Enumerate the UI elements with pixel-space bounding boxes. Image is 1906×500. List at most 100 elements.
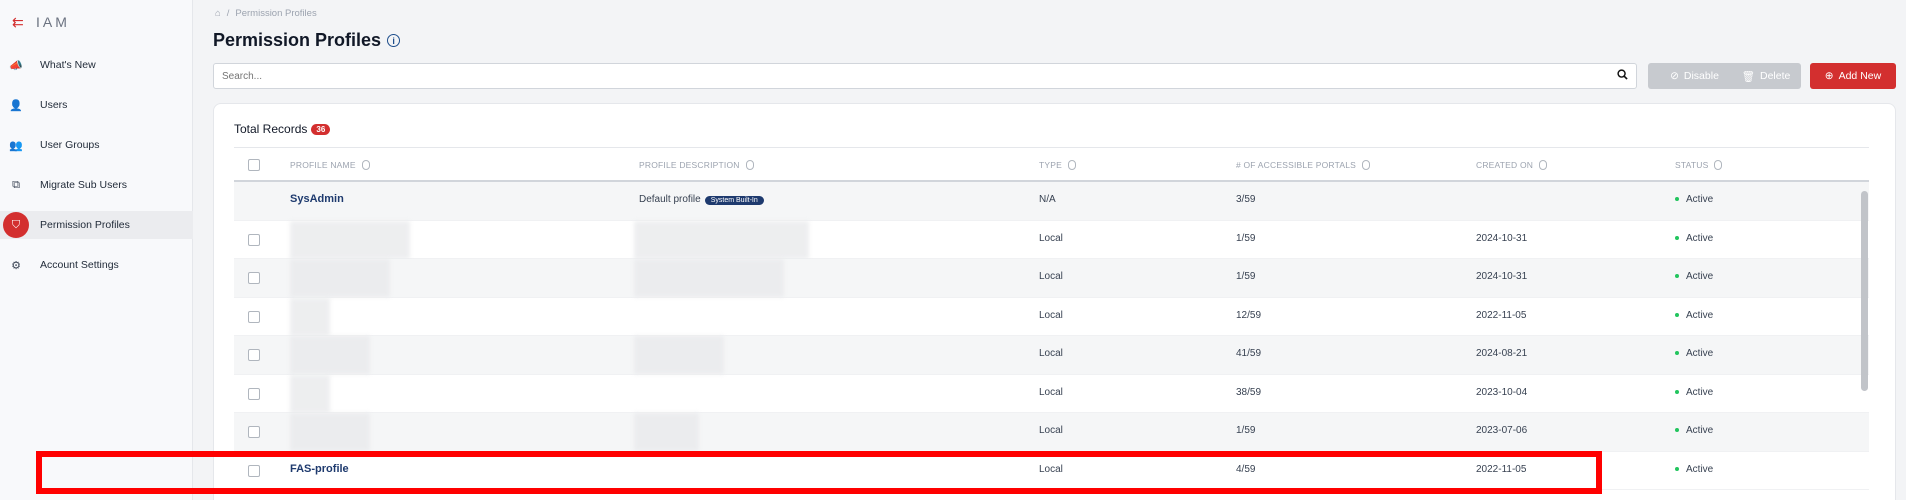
gear-icon: ⚙ [11, 259, 21, 272]
table-row[interactable]: Local 12/59 2022-11-05 Active [234, 297, 1869, 336]
app-title: IAM [36, 14, 70, 30]
sidebar-item-whats-new[interactable]: 📣 What's New [0, 51, 193, 79]
status-dot-icon [1675, 389, 1679, 394]
row-checkbox[interactable] [248, 310, 260, 323]
scrollbar-thumb[interactable] [1861, 191, 1868, 391]
home-icon[interactable]: ⌂ [215, 8, 221, 19]
profile-description: Default profile System Built-In [639, 194, 764, 205]
highlight-box [36, 451, 1602, 494]
redacted-description [634, 220, 809, 259]
status: Active [1675, 194, 1713, 205]
records-card: Total Records 36 Profile Name Profile De… [213, 103, 1896, 500]
status: Active [1675, 425, 1713, 436]
profile-type: Local [1039, 309, 1063, 321]
table-row[interactable]: Local 38/59 2023-10-04 Active [234, 374, 1869, 413]
profile-type: Local [1039, 425, 1063, 436]
accessible-portals: 1/59 [1236, 232, 1256, 244]
search-icon[interactable] [1608, 69, 1636, 83]
sidebar-item-permission-profiles[interactable]: ⛉ Permission Profiles [0, 211, 193, 239]
column-header-status[interactable]: Status [1675, 160, 1723, 170]
column-header-type[interactable]: Type [1039, 160, 1077, 170]
created-on: 2024-10-31 [1476, 271, 1528, 282]
status: Active [1675, 271, 1713, 282]
sort-icon [1068, 160, 1077, 170]
status-dot-icon [1675, 274, 1679, 279]
row-checkbox[interactable] [248, 387, 260, 400]
profile-type: Local [1039, 232, 1063, 244]
created-on: 2023-07-06 [1476, 425, 1528, 436]
status-dot-icon [1675, 197, 1679, 202]
table-header: Profile Name Profile Description Type # … [234, 147, 1869, 182]
created-on: 2022-11-05 [1476, 309, 1527, 321]
redacted-name [290, 259, 390, 297]
add-icon: ⊕ [1824, 70, 1834, 82]
created-on: 2024-10-31 [1476, 232, 1528, 244]
row-checkbox[interactable] [248, 426, 260, 438]
accessible-portals: 1/59 [1236, 271, 1256, 282]
status: Active [1675, 464, 1713, 475]
delete-button[interactable]: 🗑 Delete [1731, 63, 1801, 89]
sidebar-item-users[interactable]: 👤 Users [0, 91, 193, 119]
add-new-button-label: Add New [1838, 70, 1882, 82]
status: Active [1675, 387, 1713, 398]
redacted-name [290, 297, 330, 336]
sidebar-item-label: Migrate Sub Users [40, 179, 127, 191]
megaphone-icon: 📣 [9, 59, 23, 72]
redacted-name [290, 413, 370, 451]
block-icon: ⊘ [1670, 70, 1679, 82]
redacted-description [634, 259, 784, 297]
table-row[interactable]: Local 1/59 2023-07-06 Active [234, 413, 1869, 452]
column-header-accessible-portals[interactable]: # of Accessible Portals [1236, 160, 1371, 170]
info-icon[interactable]: i [387, 34, 401, 47]
main-content: ⌂ / Permission Profiles Permission Profi… [193, 0, 1906, 500]
select-all-checkbox[interactable] [248, 159, 260, 171]
created-on: 2024-08-21 [1476, 348, 1528, 359]
profile-type: N/A [1039, 194, 1056, 205]
accessible-portals: 1/59 [1236, 425, 1256, 436]
table-row[interactable]: Local 41/59 2024-08-21 Active [234, 336, 1869, 375]
status: Active [1675, 310, 1713, 321]
migrate-icon: ⧉ [12, 178, 20, 191]
add-new-button[interactable]: ⊕ Add New [1810, 63, 1896, 89]
sidebar-item-account-settings[interactable]: ⚙ Account Settings [0, 251, 193, 279]
collapse-menu-icon[interactable]: ⇇ [12, 14, 28, 31]
profiles-table: Profile Name Profile Description Type # … [234, 147, 1869, 490]
sort-icon [361, 160, 370, 170]
redacted-name [290, 220, 410, 259]
breadcrumb: ⌂ / Permission Profiles [215, 8, 317, 19]
breadcrumb-separator: / [226, 8, 230, 19]
sidebar-item-migrate-sub-users[interactable]: ⧉ Migrate Sub Users [0, 171, 193, 199]
search-input[interactable] [214, 70, 1608, 82]
table-row[interactable]: Local 1/59 2024-10-31 Active [234, 259, 1869, 298]
sidebar-item-label: Permission Profiles [40, 219, 130, 231]
disable-button[interactable]: ⊘ Disable [1648, 63, 1741, 89]
total-records-label: Total Records [234, 122, 308, 136]
row-checkbox[interactable] [248, 349, 260, 361]
page-title-wrap: Permission Profiles i [213, 30, 401, 51]
accessible-portals: 38/59 [1236, 386, 1262, 398]
disable-button-label: Disable [1683, 70, 1719, 82]
accessible-portals: 41/59 [1236, 348, 1262, 359]
table-row[interactable]: Local 1/59 2024-10-31 Active [234, 220, 1869, 259]
profile-name-link[interactable]: SysAdmin [290, 193, 344, 205]
column-header-profile-name[interactable]: Profile Name [290, 160, 370, 170]
row-checkbox[interactable] [248, 233, 260, 246]
column-header-created-on[interactable]: Created On [1476, 160, 1548, 170]
redacted-description [634, 413, 699, 451]
sidebar-item-label: Account Settings [40, 259, 119, 271]
status-dot-icon [1675, 351, 1679, 356]
sidebar-item-user-groups[interactable]: 👥 User Groups [0, 131, 193, 159]
table-scrollbar[interactable] [1860, 183, 1869, 500]
sidebar-item-label: What's New [40, 59, 96, 71]
sidebar-item-label: Users [40, 99, 68, 111]
profile-type: Local [1039, 386, 1063, 398]
column-header-profile-description[interactable]: Profile Description [639, 160, 754, 170]
total-records: Total Records 36 [234, 122, 331, 136]
created-on: 2023-10-04 [1476, 386, 1528, 398]
table-row[interactable]: SysAdmin Default profile System Built-In … [234, 182, 1869, 221]
accessible-portals: 3/59 [1236, 194, 1256, 205]
accessible-portals: 12/59 [1236, 309, 1262, 321]
sidebar-header: ⇇ IAM [0, 0, 192, 44]
breadcrumb-current: Permission Profiles [235, 8, 317, 19]
row-checkbox[interactable] [248, 272, 260, 284]
